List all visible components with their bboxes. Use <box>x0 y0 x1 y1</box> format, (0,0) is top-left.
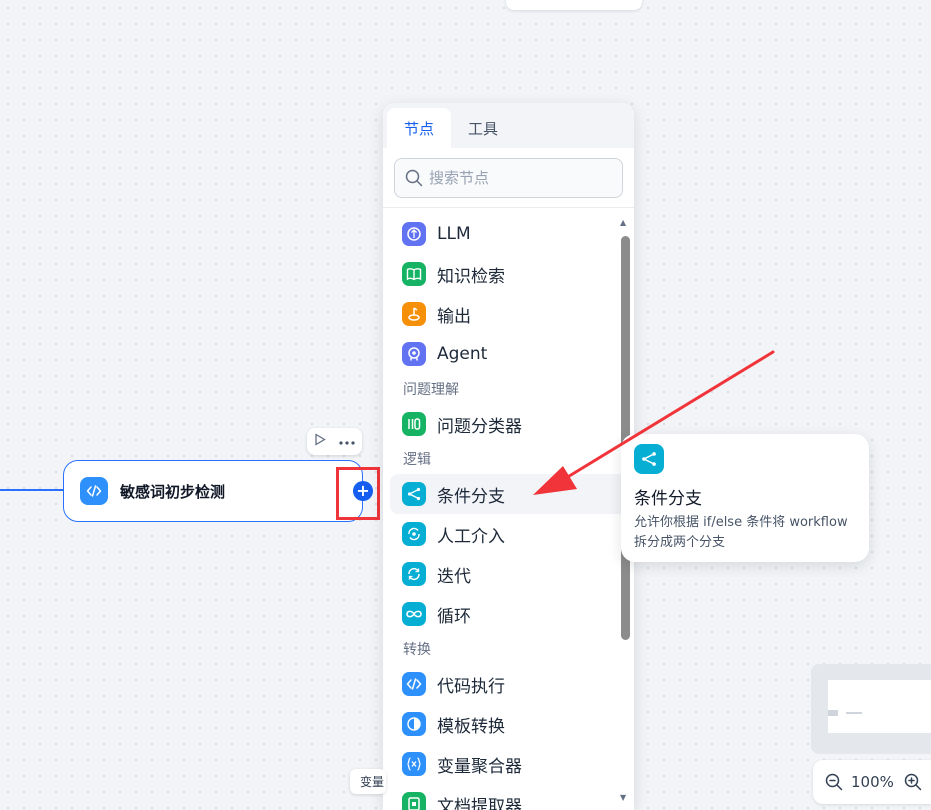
zoom-in-icon[interactable] <box>904 773 922 791</box>
tab-nodes[interactable]: 节点 <box>387 108 451 148</box>
output-icon <box>402 302 426 326</box>
node-toolbar <box>307 428 362 455</box>
search-input[interactable] <box>427 168 611 188</box>
node-picker-panel: 节点 工具 LLM 知识检索 <box>383 103 634 810</box>
node-item-label: 条件分支 <box>437 486 505 507</box>
node-list: LLM 知识检索 输出 Agent 问题理解 问题分类器 逻辑 条件分支 人工介… <box>383 207 634 810</box>
loop-icon <box>402 602 426 626</box>
doc-icon <box>402 792 426 810</box>
zoom-controls: 100% <box>813 760 931 804</box>
search-box <box>394 158 623 198</box>
node-item-label: 代码执行 <box>437 676 505 697</box>
node-item-label: 文档提取器 <box>437 796 522 810</box>
play-icon[interactable] <box>314 433 326 450</box>
node-item-label: 变量聚合器 <box>437 756 522 777</box>
workflow-node[interactable]: 敏感词初步检测 <box>63 460 363 522</box>
node-item-label: 迭代 <box>437 566 471 587</box>
node-item-llm[interactable]: LLM <box>390 214 627 254</box>
node-tooltip: 条件分支 允许你根据 if/else 条件将 workflow 拆分成两个分支 <box>621 434 869 562</box>
node-item-label: 问题分类器 <box>437 416 522 437</box>
zoom-out-icon[interactable] <box>825 773 843 791</box>
section-label-transform: 转换 <box>403 642 431 658</box>
branch-icon <box>634 444 664 474</box>
variable-chip[interactable]: 变量 <box>350 769 386 794</box>
tab-tools[interactable]: 工具 <box>451 108 515 148</box>
tooltip-description: 允许你根据 if/else 条件将 workflow 拆分成两个分支 <box>634 515 848 550</box>
section-label-question-understanding: 问题理解 <box>403 382 459 398</box>
branch-icon <box>402 482 426 506</box>
human-icon <box>402 522 426 546</box>
node-item-output[interactable]: 输出 <box>390 294 627 334</box>
incoming-edge <box>0 489 64 491</box>
node-title: 敏感词初步检测 <box>120 482 226 501</box>
scroll-up-arrow-icon[interactable]: ▲ <box>620 218 626 227</box>
picker-tabs: 节点 工具 <box>383 103 634 148</box>
node-item-label: 循环 <box>437 606 471 627</box>
node-item-label: Agent <box>437 344 488 364</box>
zoom-level[interactable]: 100% <box>851 773 894 791</box>
partial-node-card <box>506 0 642 10</box>
minimap-viewport <box>828 680 931 733</box>
iteration-icon <box>402 562 426 586</box>
node-item-question-classifier[interactable]: 问题分类器 <box>390 404 627 444</box>
code-icon <box>80 477 108 505</box>
template-icon <box>402 712 426 736</box>
node-item-if-else[interactable]: 条件分支 <box>390 474 627 514</box>
node-item-label: 输出 <box>437 306 471 327</box>
section-label-logic: 逻辑 <box>403 452 431 468</box>
node-item-label: 人工介入 <box>437 526 505 547</box>
search-icon <box>405 169 423 187</box>
more-icon[interactable] <box>339 434 355 449</box>
node-item-label: LLM <box>437 224 471 244</box>
node-item-loop[interactable]: 循环 <box>390 594 627 634</box>
node-item-doc-extractor[interactable]: 文档提取器 <box>390 784 627 810</box>
llm-icon <box>402 222 426 246</box>
node-item-label: 知识检索 <box>437 266 505 287</box>
classifier-icon <box>402 412 426 436</box>
minimap[interactable] <box>811 664 931 754</box>
book-icon <box>402 262 426 286</box>
scroll-down-arrow-icon[interactable]: ▼ <box>620 793 626 802</box>
variable-chip-label: 变量 <box>360 775 385 789</box>
node-item-human-input[interactable]: 人工介入 <box>390 514 627 554</box>
code-icon <box>402 672 426 696</box>
node-item-variable-aggregator[interactable]: 变量聚合器 <box>390 744 627 784</box>
node-item-agent[interactable]: Agent <box>390 334 627 374</box>
node-item-knowledge-retrieval[interactable]: 知识检索 <box>390 254 627 294</box>
node-item-iteration[interactable]: 迭代 <box>390 554 627 594</box>
node-item-label: 模板转换 <box>437 716 505 737</box>
node-item-code[interactable]: 代码执行 <box>390 664 627 704</box>
node-item-template[interactable]: 模板转换 <box>390 704 627 744</box>
tooltip-title: 条件分支 <box>634 489 702 509</box>
agent-icon <box>402 342 426 366</box>
variable-icon <box>402 752 426 776</box>
highlight-box <box>336 467 380 520</box>
